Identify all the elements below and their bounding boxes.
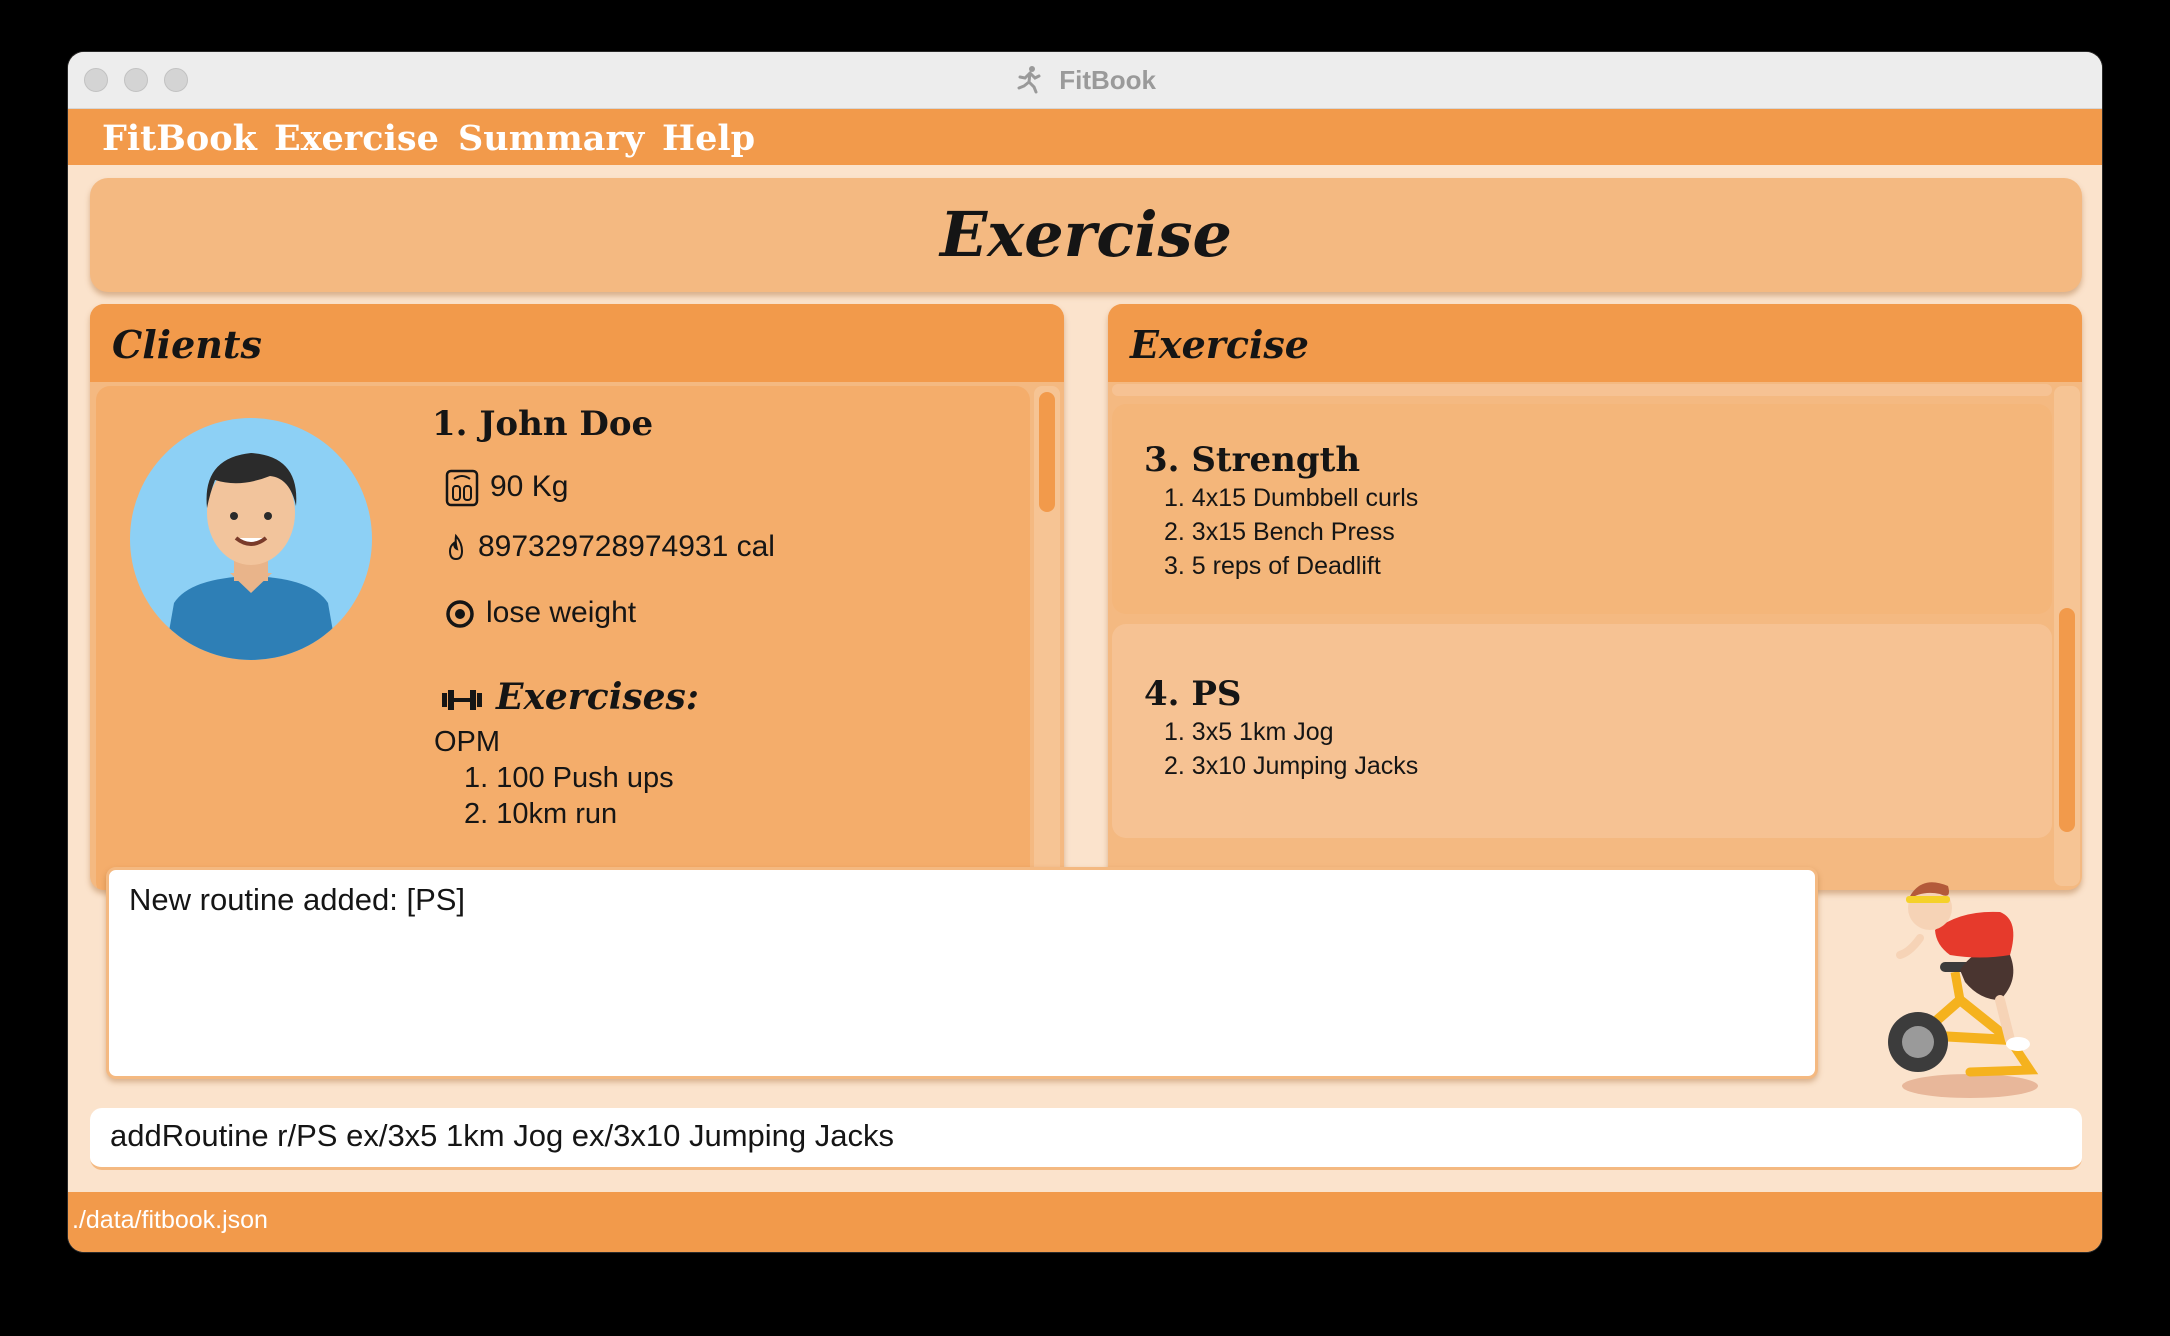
client-calories-row: 897329728974931 cal [444,530,775,564]
client-card[interactable]: 1. John Doe 90 Kg 897329728974931 cal lo… [96,386,1030,890]
client-weight-row: 90 Kg [444,468,568,508]
routine-exercise: 1. 4x15 Dumbbell curls [1164,484,1419,512]
flame-icon [448,533,464,561]
client-avatar [130,418,372,660]
routine-exercise: 2. 3x10 Jumping Jacks [1164,752,1419,780]
menu-bar: FitBook Exercise Summary Help [68,109,2102,165]
client-calories: 897329728974931 cal [478,530,775,563]
result-text: New routine added: [PS] [129,882,466,917]
exercise-scrollbar[interactable] [2054,386,2080,886]
cyclist-illustration [1888,882,2039,1098]
exercise-panel-title: Exercise [1130,322,1309,367]
client-goal: lose weight [486,596,637,629]
routine-title: 3. Strength [1144,440,1361,480]
menu-help[interactable]: Help [662,109,755,165]
routine-exercise: 3. 5 reps of Deadlift [1164,552,1381,580]
target-icon [446,600,474,628]
client-name: 1. John Doe [432,404,654,444]
exercise-panel-header: Exercise [1108,304,2082,382]
routine-card[interactable]: 4. PS 1. 3x5 1km Jog 2. 3x10 Jumping Jac… [1112,624,2052,838]
app-window: FitBook FitBook Exercise Summary Help Ex… [68,52,2102,1252]
menu-exercise[interactable]: Exercise [274,109,439,165]
command-input[interactable]: addRoutine r/PS ex/3x5 1km Jog ex/3x10 J… [90,1108,2082,1170]
client-routine-name: OPM [434,726,501,758]
window-title: FitBook [68,52,2102,108]
avatar-illustration [164,453,338,660]
exercises-heading-text: Exercises: [496,676,700,718]
clients-panel-title: Clients [112,322,262,367]
clients-scrollbar[interactable] [1034,386,1060,890]
dumbbell-icon [442,690,482,710]
title-bar: FitBook [68,52,2102,109]
routine-exercise: 2. 3x15 Bench Press [1164,518,1395,546]
window-title-text: FitBook [1059,65,1156,95]
exercises-heading: Exercises: [440,676,699,718]
clients-panel-header: Clients [90,304,1064,382]
menu-summary[interactable]: Summary [458,109,644,165]
page-title: Exercise [940,198,1232,271]
clients-scrollbar-thumb[interactable] [1039,392,1055,512]
routine-card[interactable]: 3. Strength 1. 4x15 Dumbbell curls 2. 3x… [1112,404,2052,614]
routine-exercise: 1. 3x5 1km Jog [1164,718,1334,746]
scale-icon [445,469,479,507]
menu-fitbook[interactable]: FitBook [102,109,257,165]
command-text[interactable]: addRoutine r/PS ex/3x5 1km Jog ex/3x10 J… [110,1118,894,1154]
exercise-panel: Exercise 3. Strength 1. 4x15 Dumbbell cu… [1108,304,2082,890]
runner-icon [1017,66,1041,94]
status-bar: ./data/fitbook.json [68,1192,2102,1252]
clients-panel: Clients 1. John Doe 90 Kg 89732972897493… [90,304,1064,890]
routine-title: 4. PS [1144,674,1242,714]
status-file-path: ./data/fitbook.json [72,1206,268,1234]
page-header: Exercise [90,178,2082,292]
client-routine-item: 2. 10km run [464,798,618,830]
client-goal-row: lose weight [444,596,636,630]
client-weight: 90 Kg [490,469,569,503]
exercise-scrollbar-thumb[interactable] [2059,608,2075,832]
routine-card-partial [1112,384,2052,396]
client-routine-item: 1. 100 Push ups [464,762,674,794]
result-display[interactable]: New routine added: [PS] [106,867,1818,1079]
